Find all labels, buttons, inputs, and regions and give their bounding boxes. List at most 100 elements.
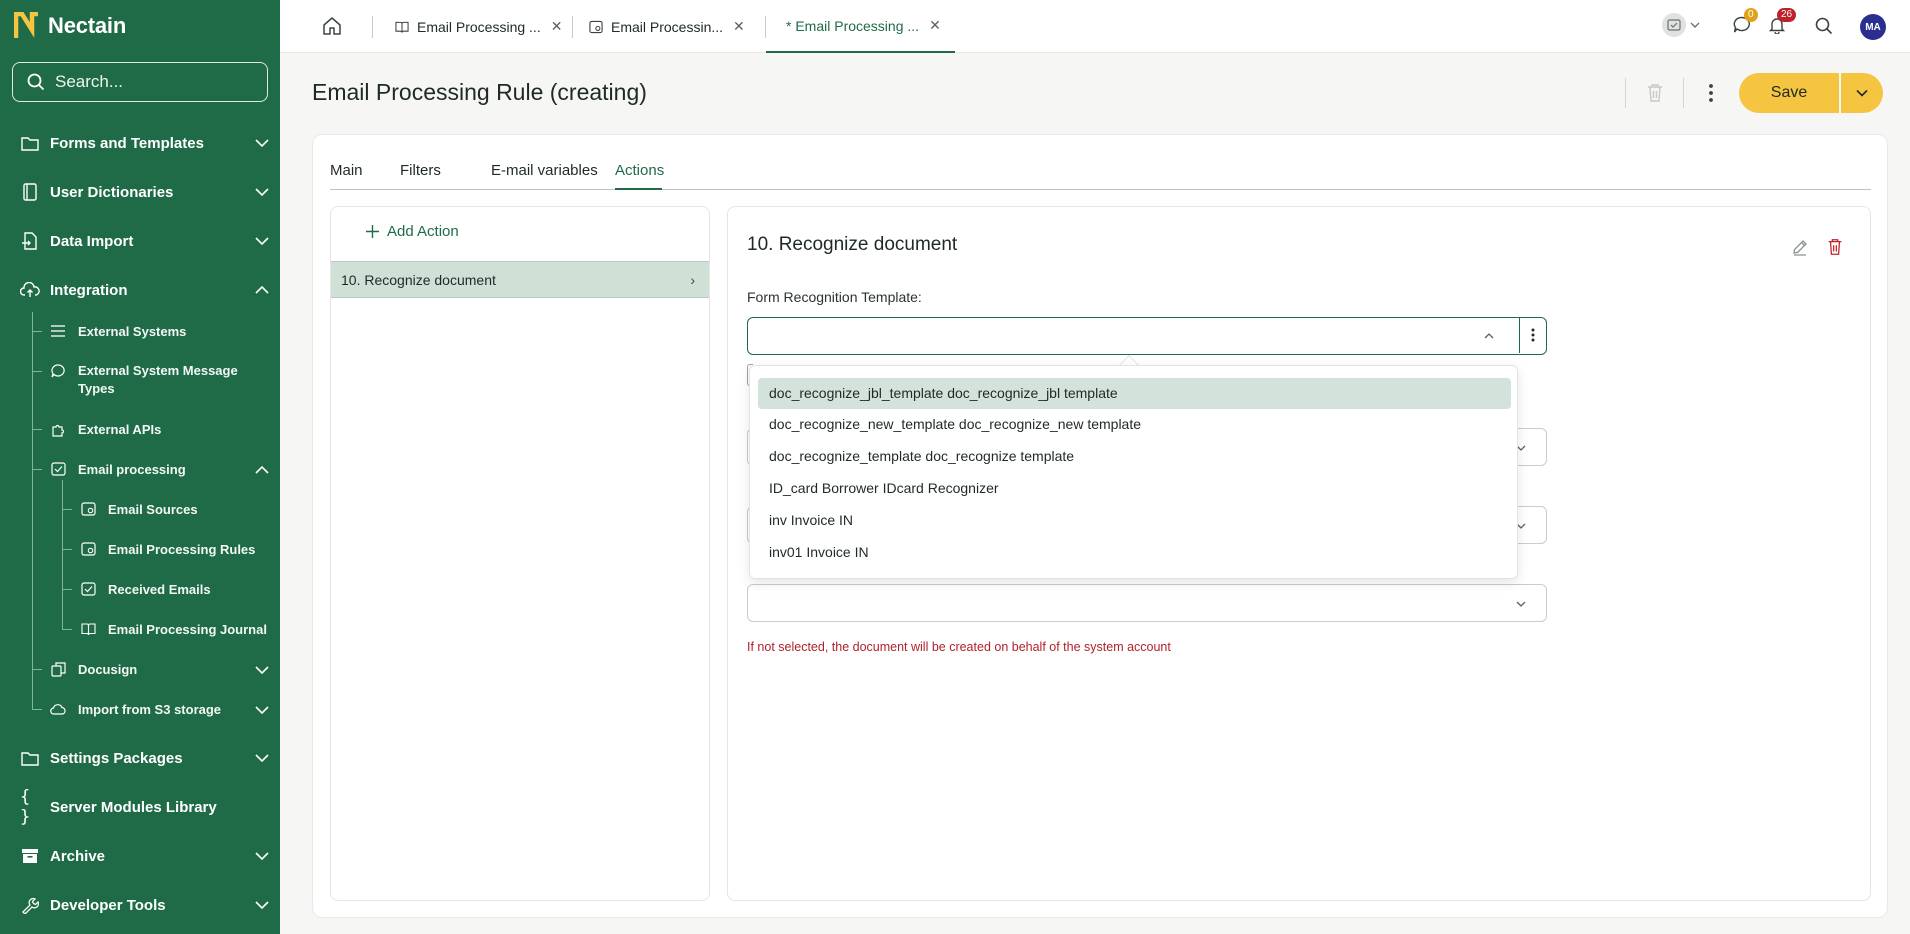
sidebar-item-email-sources[interactable]: Email Sources — [0, 500, 280, 520]
more-vertical-icon[interactable] — [1704, 83, 1718, 103]
trash-icon[interactable] — [1826, 238, 1844, 256]
wrench-icon — [20, 895, 40, 915]
chevron-down-icon[interactable] — [254, 233, 270, 249]
chevron-down-icon[interactable] — [254, 135, 270, 151]
user-account-select[interactable] — [747, 584, 1547, 622]
app-switcher[interactable] — [1662, 12, 1702, 40]
folder-icon — [20, 133, 40, 153]
chevron-down-icon — [1856, 89, 1868, 97]
sidebar-item-settings-packages[interactable]: Settings Packages — [0, 748, 280, 768]
save-options-button[interactable] — [1841, 73, 1883, 113]
sidebar: Nectain Search... Forms and Templates Us… — [0, 0, 280, 934]
sidebar-item-docusign[interactable]: Docusign — [0, 660, 280, 680]
notifications-badge: 26 — [1777, 8, 1797, 22]
chevron-up-icon[interactable] — [254, 282, 270, 298]
more-vertical-icon[interactable] — [1526, 327, 1540, 343]
tab-label: Email Processin... — [611, 18, 724, 35]
mail-settings-icon — [80, 541, 96, 557]
chevron-down-icon[interactable] — [254, 702, 270, 718]
action-item-label: 10. Recognize document — [341, 272, 496, 288]
tab-filters[interactable]: Filters — [400, 162, 441, 179]
sidebar-item-label: Settings Packages — [50, 749, 183, 767]
sidebar-item-archive[interactable]: Archive — [0, 846, 280, 866]
add-action-label: Add Action — [387, 223, 459, 240]
pencil-icon[interactable] — [1791, 238, 1809, 256]
sidebar-item-data-import[interactable]: Data Import — [0, 231, 280, 251]
list-icon — [50, 323, 66, 339]
sidebar-item-label: Archive — [50, 847, 106, 865]
template-dropdown: doc_recognize_jbl_template doc_recognize… — [749, 365, 1518, 579]
dropdown-option[interactable]: doc_recognize_template doc_recognize tem… — [758, 441, 1511, 472]
search-icon — [27, 73, 45, 91]
sidebar-item-label: Email Sources — [108, 502, 198, 517]
book-open-icon — [395, 21, 409, 33]
dropdown-option[interactable]: doc_recognize_jbl_template doc_recognize… — [758, 378, 1511, 409]
brand-logo[interactable]: Nectain — [14, 12, 126, 40]
close-icon[interactable]: ✕ — [929, 17, 941, 34]
cloud-upload-icon — [20, 280, 40, 300]
active-tab-indicator — [615, 188, 662, 190]
close-icon[interactable]: ✕ — [733, 18, 745, 35]
sidebar-item-label: Import from S3 storage — [78, 702, 222, 717]
sidebar-item-external-systems[interactable]: External Systems — [0, 322, 280, 342]
tab-email-processing-rules[interactable]: Email Processin... ✕ — [589, 0, 745, 53]
puzzle-icon — [50, 421, 66, 437]
dropdown-option[interactable]: doc_recognize_new_template doc_recognize… — [758, 409, 1511, 440]
sidebar-item-user-dictionaries[interactable]: User Dictionaries — [0, 182, 280, 202]
chevron-down-icon[interactable] — [254, 848, 270, 864]
plus-icon — [366, 225, 379, 238]
account-hint: If not selected, the document will be cr… — [747, 640, 1171, 654]
chevron-up-icon[interactable] — [254, 462, 270, 478]
sidebar-item-label: External System Message Types — [78, 363, 238, 396]
chat-button[interactable]: 0 — [1733, 8, 1763, 40]
chevron-down-icon[interactable] — [1514, 597, 1528, 611]
sidebar-item-label: External APIs — [78, 422, 162, 437]
tab-label: Email Processing ... — [417, 18, 541, 35]
chevron-down-icon[interactable] — [254, 897, 270, 913]
notifications-button[interactable]: 26 — [1768, 8, 1804, 40]
sidebar-item-email-processing-journal[interactable]: Email Processing Journal — [0, 620, 280, 640]
sidebar-item-external-system-message-types[interactable]: External System Message Types — [0, 362, 280, 402]
sidebar-item-received-emails[interactable]: Received Emails — [0, 580, 280, 600]
mail-check-icon — [80, 581, 96, 597]
content-tabs: Main Filters E-mail variables Actions — [330, 135, 1871, 190]
dropdown-option[interactable]: inv01 Invoice IN — [758, 537, 1511, 568]
sidebar-item-server-modules-library[interactable]: { } Server Modules Library — [0, 787, 280, 827]
chevron-down-icon[interactable] — [254, 662, 270, 678]
tab-main[interactable]: Main — [330, 162, 363, 179]
sidebar-item-email-processing-rules[interactable]: Email Processing Rules — [0, 540, 280, 560]
chevron-down-icon[interactable] — [254, 750, 270, 766]
sidebar-item-email-processing[interactable]: Email processing — [0, 460, 280, 480]
sidebar-item-label: Email Processing Journal — [108, 622, 267, 637]
trash-icon[interactable] — [1646, 83, 1664, 103]
tab-email-processing-rule-new[interactable]: * Email Processing ... ✕ — [766, 0, 955, 53]
sidebar-item-developer-tools[interactable]: Developer Tools — [0, 895, 280, 915]
form-template-select[interactable] — [747, 317, 1547, 355]
list-item[interactable]: 10. Recognize document › — [331, 261, 709, 298]
sidebar-item-import-from-s3[interactable]: Import from S3 storage — [0, 700, 280, 720]
add-action-button[interactable]: Add Action — [366, 223, 459, 240]
tab-separator — [572, 16, 573, 38]
search-icon[interactable] — [1815, 17, 1833, 35]
close-icon[interactable]: ✕ — [551, 18, 563, 35]
search-placeholder: Search... — [55, 72, 124, 91]
chevron-down-icon[interactable] — [254, 184, 270, 200]
brand-name: Nectain — [48, 13, 127, 38]
avatar[interactable]: MA — [1860, 14, 1886, 40]
tab-email-processing-journal[interactable]: Email Processing ... ✕ — [395, 0, 562, 53]
book-icon — [20, 182, 40, 202]
app-switcher-icon — [1662, 13, 1686, 37]
tab-email-variables[interactable]: E-mail variables — [491, 162, 598, 179]
dropdown-option[interactable]: ID_card Borrower IDcard Recognizer — [758, 473, 1511, 504]
sidebar-item-external-apis[interactable]: External APIs — [0, 420, 280, 440]
sidebar-search-input[interactable]: Search... — [12, 62, 268, 102]
sidebar-item-forms-and-templates[interactable]: Forms and Templates — [0, 133, 280, 153]
archive-icon — [20, 846, 40, 866]
page-title: Email Processing Rule (creating) — [312, 79, 647, 105]
home-icon[interactable] — [322, 16, 342, 36]
dropdown-option[interactable]: inv Invoice IN — [758, 505, 1511, 536]
chevron-up-icon[interactable] — [1482, 329, 1496, 343]
sidebar-item-integration[interactable]: Integration — [0, 280, 280, 300]
tab-actions[interactable]: Actions — [615, 162, 664, 179]
save-button[interactable]: Save — [1739, 73, 1839, 113]
